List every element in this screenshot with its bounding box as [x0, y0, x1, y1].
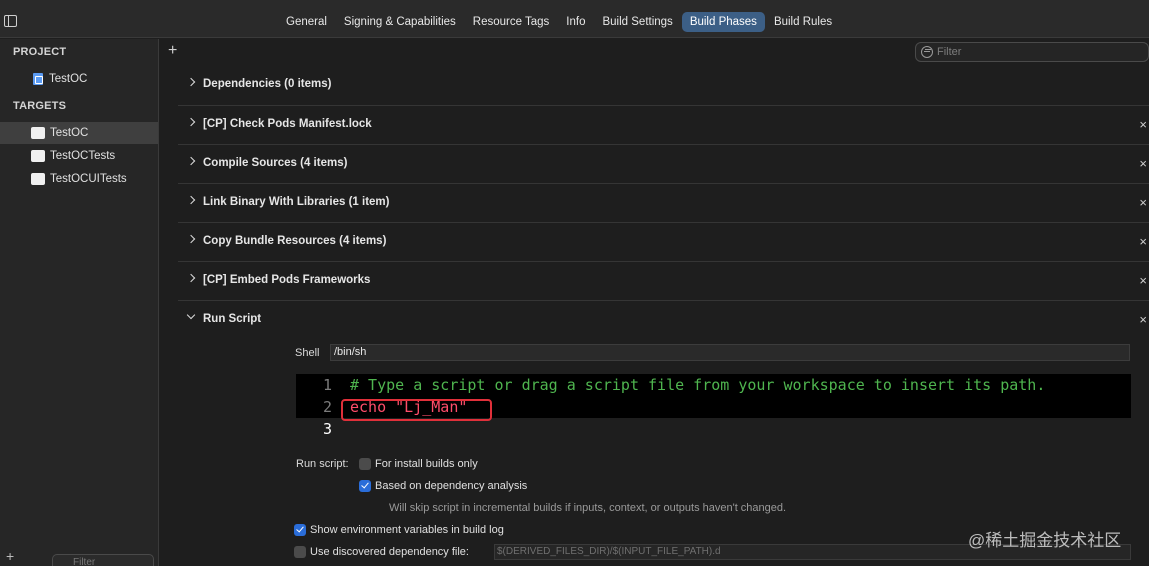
uitest-target-icon	[31, 173, 45, 185]
tab-resource-tags[interactable]: Resource Tags	[465, 12, 558, 32]
test-target-icon	[31, 150, 45, 162]
chevron-right-icon[interactable]	[186, 234, 196, 244]
phase-filter-input[interactable]: Filter	[915, 42, 1149, 62]
script-editor[interactable]: 1 # Type a script or drag a script file …	[296, 374, 1131, 440]
phase-title: Run Script	[203, 313, 262, 325]
dependency-note: Will skip script in incremental builds i…	[389, 502, 787, 514]
dependency-analysis-checkbox[interactable]: Based on dependency analysis	[359, 480, 527, 492]
tab-signing-capabilities[interactable]: Signing & Capabilities	[336, 12, 464, 32]
target-item-testocuitests[interactable]: TestOCUITests	[0, 168, 158, 190]
line-number: 1	[322, 376, 332, 394]
target-item-testoctests[interactable]: TestOCTests	[0, 145, 158, 167]
target-item-testoc[interactable]: TestOC	[0, 122, 158, 144]
phase-title: Copy Bundle Resources (4 items)	[203, 235, 387, 247]
target-item-label: TestOCTests	[50, 150, 116, 162]
close-icon[interactable]: ×	[1139, 273, 1147, 288]
project-item-label: TestOC	[49, 73, 88, 85]
chevron-down-icon[interactable]	[186, 310, 196, 320]
discovered-dep-file-checkbox[interactable]: Use discovered dependency file:	[294, 546, 469, 558]
phase-embed-pods-frameworks[interactable]: [CP] Embed Pods Frameworks ×	[178, 261, 1149, 300]
app-target-icon	[31, 127, 45, 139]
tab-build-settings[interactable]: Build Settings	[594, 12, 680, 32]
chevron-right-icon[interactable]	[186, 117, 196, 127]
project-navigator: PROJECT TestOC TARGETS TestOC TestOCTest…	[0, 39, 159, 566]
target-item-label: TestOCUITests	[50, 173, 127, 185]
checkbox-label: Use discovered dependency file:	[310, 546, 469, 558]
phase-copy-bundle-resources[interactable]: Copy Bundle Resources (4 items) ×	[178, 222, 1149, 261]
phase-dependencies[interactable]: Dependencies (0 items)	[178, 66, 1149, 105]
chevron-right-icon[interactable]	[186, 156, 196, 166]
checkbox-unchecked-icon[interactable]	[359, 458, 371, 470]
checkbox-checked-icon[interactable]	[359, 480, 371, 492]
script-line: 1 # Type a script or drag a script file …	[296, 374, 1131, 396]
phase-title: Link Binary With Libraries (1 item)	[203, 196, 390, 208]
tab-build-rules[interactable]: Build Rules	[766, 12, 840, 32]
project-item[interactable]: TestOC	[0, 68, 158, 90]
filter-placeholder: Filter	[937, 46, 962, 58]
checkbox-checked-icon[interactable]	[294, 524, 306, 536]
chevron-right-icon[interactable]	[186, 273, 196, 283]
navigator-filter-input[interactable]: Filter	[52, 554, 154, 566]
tab-list: General Signing & Capabilities Resource …	[278, 12, 841, 32]
shell-field[interactable]: /bin/sh	[330, 344, 1130, 361]
filter-icon	[921, 46, 933, 58]
close-icon[interactable]: ×	[1139, 156, 1147, 171]
checkbox-label: For install builds only	[375, 458, 478, 470]
sidebar-toggle-icon[interactable]	[4, 15, 17, 27]
add-build-phase-button[interactable]: +	[168, 42, 177, 60]
script-comment: # Type a script or drag a script file fr…	[350, 376, 1046, 394]
phase-check-pods-manifest[interactable]: [CP] Check Pods Manifest.lock ×	[178, 105, 1149, 144]
target-item-label: TestOC	[50, 127, 89, 139]
chevron-right-icon[interactable]	[186, 77, 196, 87]
close-icon[interactable]: ×	[1139, 234, 1147, 249]
show-env-vars-checkbox[interactable]: Show environment variables in build log	[294, 524, 504, 536]
line-number: 2	[322, 398, 332, 416]
run-script-label: Run script:	[296, 458, 349, 470]
phase-title: Dependencies (0 items)	[203, 78, 332, 90]
line-number: 3	[322, 420, 332, 438]
checkbox-unchecked-icon[interactable]	[294, 546, 306, 558]
targets-section-header: TARGETS	[13, 100, 67, 112]
highlight-annotation	[341, 399, 492, 421]
checkbox-label: Show environment variables in build log	[310, 524, 504, 536]
tab-general[interactable]: General	[278, 12, 335, 32]
build-phases-editor: + Filter Dependencies (0 items) [CP] Che…	[160, 39, 1149, 566]
editor-tab-bar: General Signing & Capabilities Resource …	[0, 0, 1149, 38]
phase-title: Compile Sources (4 items)	[203, 157, 348, 169]
close-icon[interactable]: ×	[1139, 195, 1147, 210]
watermark: @稀土掘金技术社区	[968, 531, 1122, 550]
shell-label: Shell	[295, 347, 320, 359]
close-icon[interactable]: ×	[1139, 117, 1147, 132]
close-icon[interactable]: ×	[1139, 312, 1147, 327]
project-file-icon	[33, 73, 43, 85]
add-target-button[interactable]: +	[6, 548, 14, 564]
script-line: 3	[296, 418, 1131, 440]
phase-link-binary[interactable]: Link Binary With Libraries (1 item) ×	[178, 183, 1149, 222]
for-install-builds-checkbox[interactable]: For install builds only	[359, 458, 478, 470]
chevron-right-icon[interactable]	[186, 195, 196, 205]
tab-info[interactable]: Info	[558, 12, 593, 32]
project-section-header: PROJECT	[13, 46, 67, 58]
tab-build-phases[interactable]: Build Phases	[681, 12, 765, 32]
phase-title: [CP] Check Pods Manifest.lock	[203, 118, 372, 130]
phase-run-script[interactable]: Run Script ×	[178, 300, 1149, 339]
checkbox-label: Based on dependency analysis	[375, 480, 528, 492]
phase-compile-sources[interactable]: Compile Sources (4 items) ×	[178, 144, 1149, 183]
phase-title: [CP] Embed Pods Frameworks	[203, 274, 371, 286]
